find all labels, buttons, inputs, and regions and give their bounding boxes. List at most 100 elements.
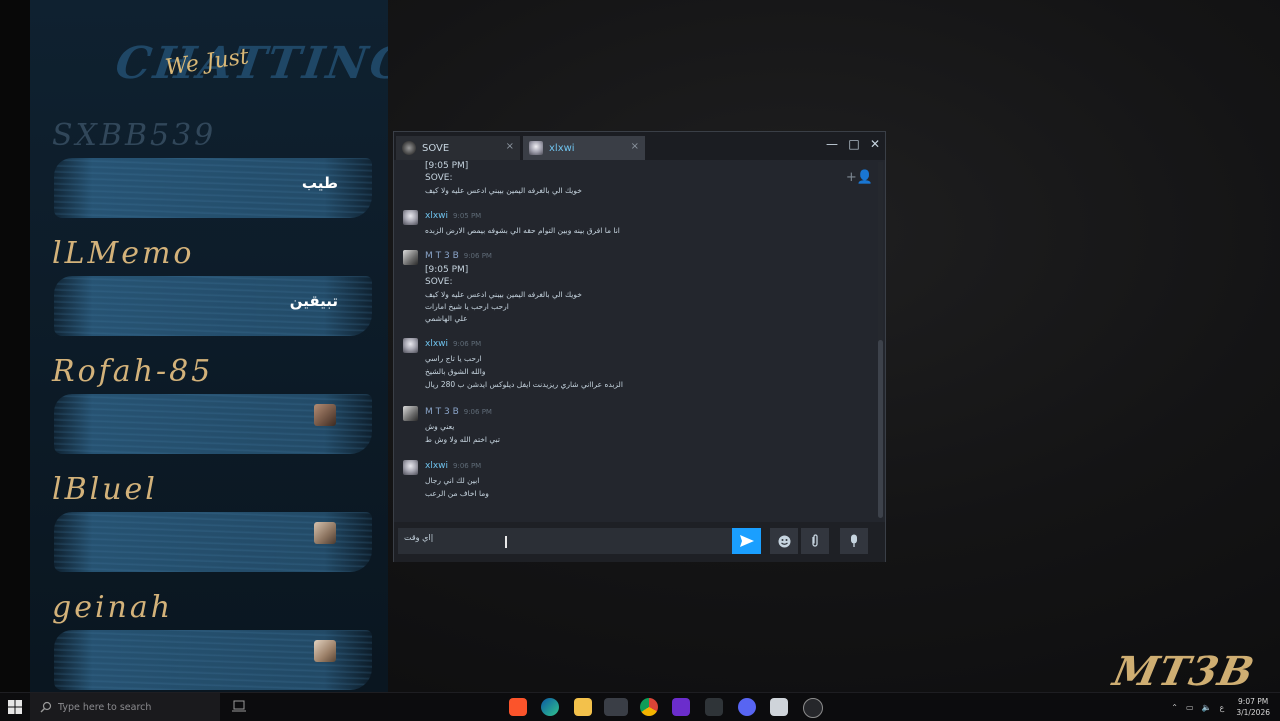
emoticon-button[interactable] [770,528,798,554]
network-icon[interactable]: ▭ [1186,703,1194,712]
minimize-button[interactable]: — [821,134,843,154]
tab-label: xlxwi [549,142,575,154]
message-author[interactable]: xlxwi 9:06 PM [425,339,481,349]
message-line: تبي اختم الله ولا وش ط [425,435,500,444]
user-avatar[interactable] [403,460,418,475]
message-line: انا ما افرق بينه وبين التوام حقه الي بشو… [425,226,620,235]
clock-time: 9:07 PM [1238,697,1269,706]
windows-start-icon[interactable] [8,700,22,714]
message-line: وما اخاف من الرعب [425,489,489,498]
message-line: SOVE: [425,277,453,287]
message-author[interactable]: M T 3 B 9:06 PM [425,251,492,261]
next-icon[interactable] [672,698,690,716]
overlay-avatar [314,404,336,426]
maximize-button[interactable]: □ [843,134,865,154]
notepad-icon[interactable] [770,698,788,716]
send-button[interactable] [732,528,761,554]
obs-icon[interactable] [803,698,823,718]
message-line: ابين لك اني رجال [425,476,480,485]
user-avatar[interactable] [403,210,418,225]
message-line: [9:05 PM] [425,161,469,171]
overlay-username: geinah [52,590,174,625]
overlay-user-card: Rofah-85 [30,354,388,472]
user-avatar[interactable] [403,250,418,265]
task-view-icon[interactable] [232,700,246,712]
user-avatar[interactable] [403,338,418,353]
message-line: SOVE: [425,173,453,183]
tab-avatar [402,141,416,155]
microphone-icon [851,534,857,547]
overlay-user-card: SXBB539 طيب [30,118,388,236]
language-indicator[interactable]: ع [1220,703,1225,712]
overlay-username: lLMemo [52,236,195,271]
overlay-user-card: lLMemo تبيقين [30,236,388,354]
message-author[interactable]: xlxwi 9:05 PM [425,211,481,221]
overlay-username: lBluel [52,472,158,507]
message-line: خويك الي بالغرفه اليمين بيبني ادعس عليه … [425,186,582,195]
taskbar-clock[interactable]: 9:07 PM 3/1/2026 [1236,696,1270,718]
voice-button[interactable] [840,528,868,554]
overlay-avatar [314,522,336,544]
scrollbar-thumb[interactable] [878,340,883,518]
chevron-up-icon[interactable]: ⌃ [1171,703,1178,712]
smiley-icon [778,535,790,547]
overlay-username: SXBB539 [52,118,217,153]
tab-avatar [529,141,543,155]
overlay-user-card: geinah [30,590,388,692]
message-composer: اي وقت| [394,522,885,562]
search-placeholder: Type here to search [58,701,152,713]
message-author[interactable]: M T 3 B 9:06 PM [425,407,492,417]
message-list[interactable]: [9:05 PM] SOVE: خويك الي بالغرفه اليمين … [394,160,878,520]
brand-title: CHATTING [112,38,388,89]
left-edge [0,0,30,692]
close-window-button[interactable]: ✕ [864,134,886,154]
message-line: ارحب ارحب يا شيخ امارات [425,302,509,311]
excel-icon[interactable] [705,698,723,716]
send-icon [739,535,754,547]
message-line: والله الشوق بالشيخ [425,367,486,376]
tab-label: SOVE [422,142,450,154]
message-line: [9:05 PM] [425,265,469,275]
corner-logo: MT3B [1109,648,1259,695]
tab-close-icon[interactable]: × [506,141,514,152]
chrome-icon[interactable] [640,698,658,716]
text-cursor [505,536,507,548]
edge-icon[interactable] [541,698,559,716]
system-tray: ⌃ ▭ 🔈 ع 9:07 PM 3/1/2026 [1171,693,1270,721]
message-line: الزبده عرااني شاري ريزيدنت ايفل ديلوكس ا… [425,380,623,389]
message-line: ارحب يا تاج راسي [425,354,482,363]
message-input[interactable] [398,528,732,554]
tab-sove[interactable]: SOVE × [396,136,520,160]
chat-overlay-panel: CHATTING We Just SXBB539 طيب lLMemo تبيق… [30,0,388,692]
brave-icon[interactable] [509,698,527,716]
message-time: 9:06 PM [463,252,492,260]
overlay-username: Rofah-85 [52,354,214,389]
message-line: علي الهاشمي [425,314,468,323]
volume-icon[interactable]: 🔈 [1202,703,1212,712]
file-explorer-icon[interactable] [574,698,592,716]
steam-chat-icon[interactable] [604,698,628,716]
attach-button[interactable] [801,528,829,554]
overlay-brand: CHATTING We Just [30,38,388,98]
discord-icon[interactable] [738,698,756,716]
clock-date: 3/1/2026 [1236,708,1270,717]
steam-chat-window: SOVE × xlxwi × — □ ✕ +👤 [9:05 PM] SOVE: … [393,131,886,562]
tab-close-icon[interactable]: × [631,141,639,152]
overlay-message: طيب [301,174,338,192]
message-time: 9:05 PM [453,212,482,220]
overlay-message: تبيقين [289,292,338,310]
chat-titlebar[interactable]: SOVE × xlxwi × — □ ✕ [394,132,885,160]
message-time: 9:06 PM [463,408,492,416]
user-avatar[interactable] [403,406,418,421]
message-time: 9:06 PM [453,340,482,348]
message-author[interactable]: xlxwi 9:06 PM [425,461,481,471]
message-line: خويك الي بالغرفه اليمين بيبني ادعس عليه … [425,290,582,299]
message-line: يعني وش [425,422,455,431]
search-icon [40,701,52,713]
message-time: 9:06 PM [453,462,482,470]
tab-xlxwi[interactable]: xlxwi × [523,136,645,160]
overlay-user-card: lBluel [30,472,388,590]
message-input-text: اي وقت| [404,533,434,542]
taskbar-search[interactable]: Type here to search [30,693,220,721]
paperclip-icon [812,534,818,547]
